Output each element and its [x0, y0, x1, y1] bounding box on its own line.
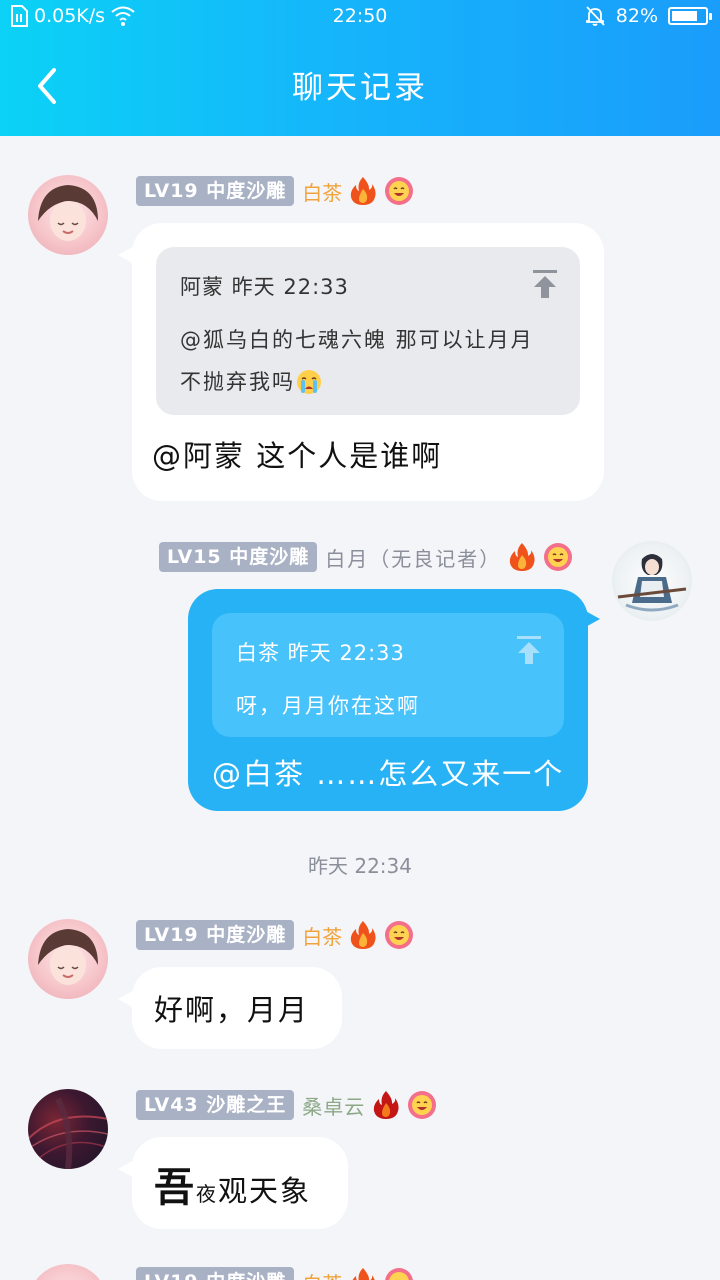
message-text: @白茶 ……怎么又来一个: [212, 757, 565, 791]
fire-icon: [374, 1091, 399, 1119]
quote-line: 呀，月月你在这啊: [236, 694, 420, 718]
page-title: 聊天记录: [292, 70, 428, 106]
message-bubble[interactable]: 吾 夜 观天象: [118, 1137, 348, 1229]
sender-name[interactable]: 白茶: [302, 177, 342, 206]
avatar[interactable]: [28, 919, 108, 999]
top-bar: 0.05K/s 22:50 82% 聊天记录: [0, 0, 720, 136]
bubble-tail: [582, 609, 600, 629]
status-bar: 0.05K/s 22:50 82%: [0, 0, 720, 36]
avatar[interactable]: [28, 1089, 108, 1169]
time-divider: 昨天 22:34: [308, 854, 412, 878]
sender-meta: LV19 中度沙雕 白茶: [136, 1266, 414, 1280]
avatar[interactable]: [28, 175, 108, 255]
quote-line: 不抛弃我吗: [180, 370, 295, 394]
sender-name[interactable]: 白月（无良记者）: [325, 543, 501, 572]
sender-name[interactable]: 白茶: [302, 921, 342, 950]
bubble-tail: [118, 989, 136, 1009]
battery-percent: 82%: [615, 5, 658, 27]
sender-meta: LV15 中度沙雕 白月（无良记者）: [159, 541, 573, 573]
level-badge: LV19 中度沙雕: [136, 920, 295, 950]
mute-bell-icon: [585, 6, 605, 26]
fire-icon: [351, 921, 376, 949]
sender-meta: LV43 沙雕之王 桑卓云: [136, 1089, 437, 1121]
pin-top-icon[interactable]: [532, 269, 558, 299]
level-badge: LV19 中度沙雕: [136, 1267, 295, 1280]
level-badge: LV43 沙雕之王: [136, 1090, 295, 1120]
smile-emoji-icon: [385, 177, 414, 205]
level-badge: LV19 中度沙雕: [136, 176, 295, 206]
message-text-large: 吾: [154, 1165, 196, 1211]
level-badge: LV15 中度沙雕: [159, 542, 318, 572]
sender-name[interactable]: 白茶: [302, 1268, 342, 1280]
sender-name[interactable]: 桑卓云: [302, 1091, 365, 1120]
bubble-tail: [118, 1159, 136, 1179]
message-text-rest: 观天象: [218, 1174, 312, 1208]
message-text-small: 夜: [196, 1182, 218, 1206]
avatar-image: [28, 1097, 108, 1169]
quoted-message[interactable]: 白茶 昨天 22:33 呀，月月你在这啊: [212, 613, 564, 737]
sender-meta: LV19 中度沙雕 白茶: [136, 919, 414, 951]
quoted-message[interactable]: 阿蒙 昨天 22:33 @狐乌白的七魂六魄 那可以让月月 不抛弃我吗: [156, 247, 580, 415]
smile-emoji-icon: [408, 1091, 437, 1119]
message-bubble[interactable]: 白茶 昨天 22:33 呀，月月你在这啊 @白茶 ……怎么又来一个: [188, 589, 600, 811]
message-text: @阿蒙 这个人是谁啊: [152, 439, 443, 473]
avatar-image: [617, 554, 687, 612]
avatar-image: [38, 929, 98, 985]
smile-emoji-icon: [385, 921, 414, 949]
message-bubble[interactable]: 阿蒙 昨天 22:33 @狐乌白的七魂六魄 那可以让月月 不抛弃我吗 @阿蒙 这…: [118, 223, 604, 501]
quote-header: 白茶 昨天 22:33: [236, 641, 405, 665]
smile-emoji-icon: [385, 1268, 414, 1280]
battery-icon: [668, 7, 712, 25]
fire-icon: [510, 543, 535, 571]
sender-meta: LV19 中度沙雕 白茶: [136, 175, 414, 207]
avatar-image: [38, 185, 98, 241]
smile-emoji-icon: [544, 543, 573, 571]
avatar[interactable]: [612, 541, 692, 621]
fire-icon: [352, 1268, 375, 1280]
pin-top-icon[interactable]: [516, 635, 542, 665]
fire-icon: [351, 177, 376, 205]
cry-emoji-icon: [297, 370, 321, 394]
quote-line: @狐乌白的七魂六魄 那可以让月月: [180, 328, 534, 352]
avatar[interactable]: [28, 1264, 108, 1280]
battery-level: [672, 11, 698, 21]
bubble-tail: [118, 245, 136, 265]
message-bubble[interactable]: 好啊，月月: [118, 967, 342, 1049]
quote-header: 阿蒙 昨天 22:33: [180, 275, 349, 299]
message-text: 吾 夜 观天象: [154, 1155, 311, 1213]
message-text: 好啊，月月: [154, 993, 310, 1027]
